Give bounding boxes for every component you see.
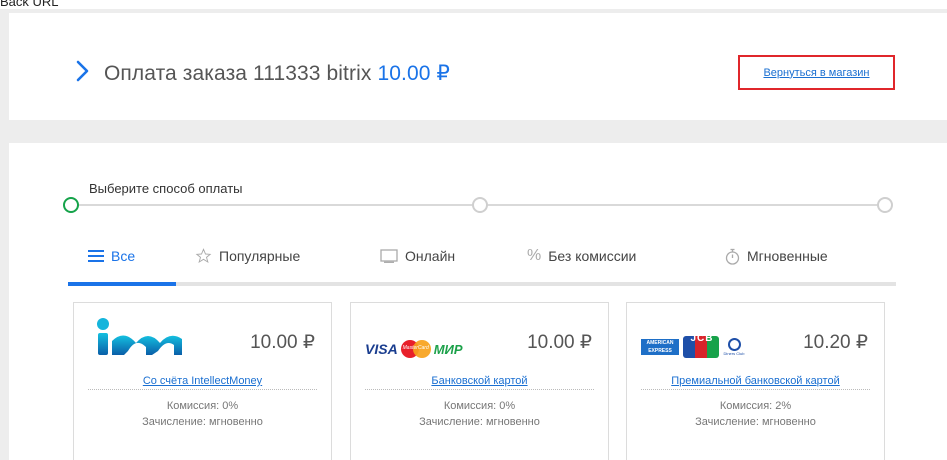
- step-dot-1: [63, 197, 79, 213]
- monitor-icon: [380, 249, 398, 263]
- mir-logo: МИР: [433, 341, 463, 357]
- payment-amount: 10.00 ₽: [250, 332, 315, 353]
- crediting-text: Зачисление: мгновенно: [419, 416, 540, 428]
- crediting-text: Зачисление: мгновенно: [142, 416, 263, 428]
- order-title: Оплата заказа 111333 bitrix 10.00 ₽: [104, 61, 450, 86]
- active-tab-indicator: [68, 282, 176, 286]
- payment-method-bank-card[interactable]: VISA MasterCard МИР 10.00 ₽ Банковской к…: [350, 302, 609, 460]
- commission-text: Комиссия: 0%: [443, 400, 516, 412]
- mastercard-logo: MasterCard: [400, 340, 431, 358]
- intellectmoney-logo: [97, 318, 182, 355]
- tab-no-commission[interactable]: % Без комиссии: [527, 242, 636, 270]
- top-caption: Back URL: [0, 0, 59, 8]
- tab-instant[interactable]: Мгновенные: [725, 242, 828, 270]
- menu-icon: [88, 249, 104, 263]
- tab-instant-label: Мгновенные: [747, 248, 828, 264]
- payment-method-premium-card[interactable]: AMERICAN EXPRESS JCB Diners Club 10.20 ₽…: [626, 302, 885, 460]
- order-amount: 10.00 ₽: [377, 62, 450, 85]
- card-brands-logo: VISA MasterCard МИР: [365, 329, 463, 369]
- tab-all[interactable]: Все: [88, 242, 135, 270]
- tab-popular-label: Популярные: [219, 248, 301, 264]
- back-to-shop-link[interactable]: Вернуться в магазин: [738, 55, 895, 90]
- tab-all-label: Все: [111, 248, 136, 264]
- percent-icon: %: [527, 247, 542, 264]
- commission-text: Комиссия: 2%: [719, 400, 792, 412]
- commission-text: Комиссия: 0%: [166, 400, 239, 412]
- payment-method-name[interactable]: Со счёта IntellectMoney: [88, 375, 317, 390]
- stopwatch-icon: [725, 248, 740, 265]
- payment-amount: 10.20 ₽: [803, 332, 868, 353]
- star-icon: [195, 248, 212, 264]
- payment-method-name[interactable]: Премиальной банковской картой: [641, 375, 870, 390]
- tab-no-commission-label: Без комиссии: [548, 248, 637, 264]
- payment-method-intellectmoney[interactable]: 10.00 ₽ Со счёта IntellectMoney Комиссия…: [73, 302, 332, 460]
- crediting-text: Зачисление: мгновенно: [695, 416, 816, 428]
- tab-popular[interactable]: Популярные: [195, 242, 300, 270]
- order-title-text: Оплата заказа 111333 bitrix: [104, 62, 372, 85]
- filter-tabs: Все Популярные Онлайн % Без комиссии Мгн…: [68, 242, 896, 284]
- payment-amount: 10.00 ₽: [527, 332, 592, 353]
- chevron-right-icon: [76, 60, 89, 82]
- step-dot-2: [472, 197, 488, 213]
- tabs-underline: [68, 282, 896, 286]
- amex-logo: AMERICAN EXPRESS: [641, 339, 679, 355]
- step-label: Выберите способ оплаты: [89, 181, 243, 196]
- diners-club-logo: Diners Club: [723, 338, 745, 356]
- step-dot-3: [877, 197, 893, 213]
- visa-logo: VISA: [365, 341, 398, 357]
- premium-card-brands-logo: AMERICAN EXPRESS JCB Diners Club: [641, 327, 745, 367]
- tab-online-label: Онлайн: [405, 248, 456, 264]
- tab-online[interactable]: Онлайн: [380, 242, 455, 270]
- payment-method-name[interactable]: Банковской картой: [365, 375, 594, 390]
